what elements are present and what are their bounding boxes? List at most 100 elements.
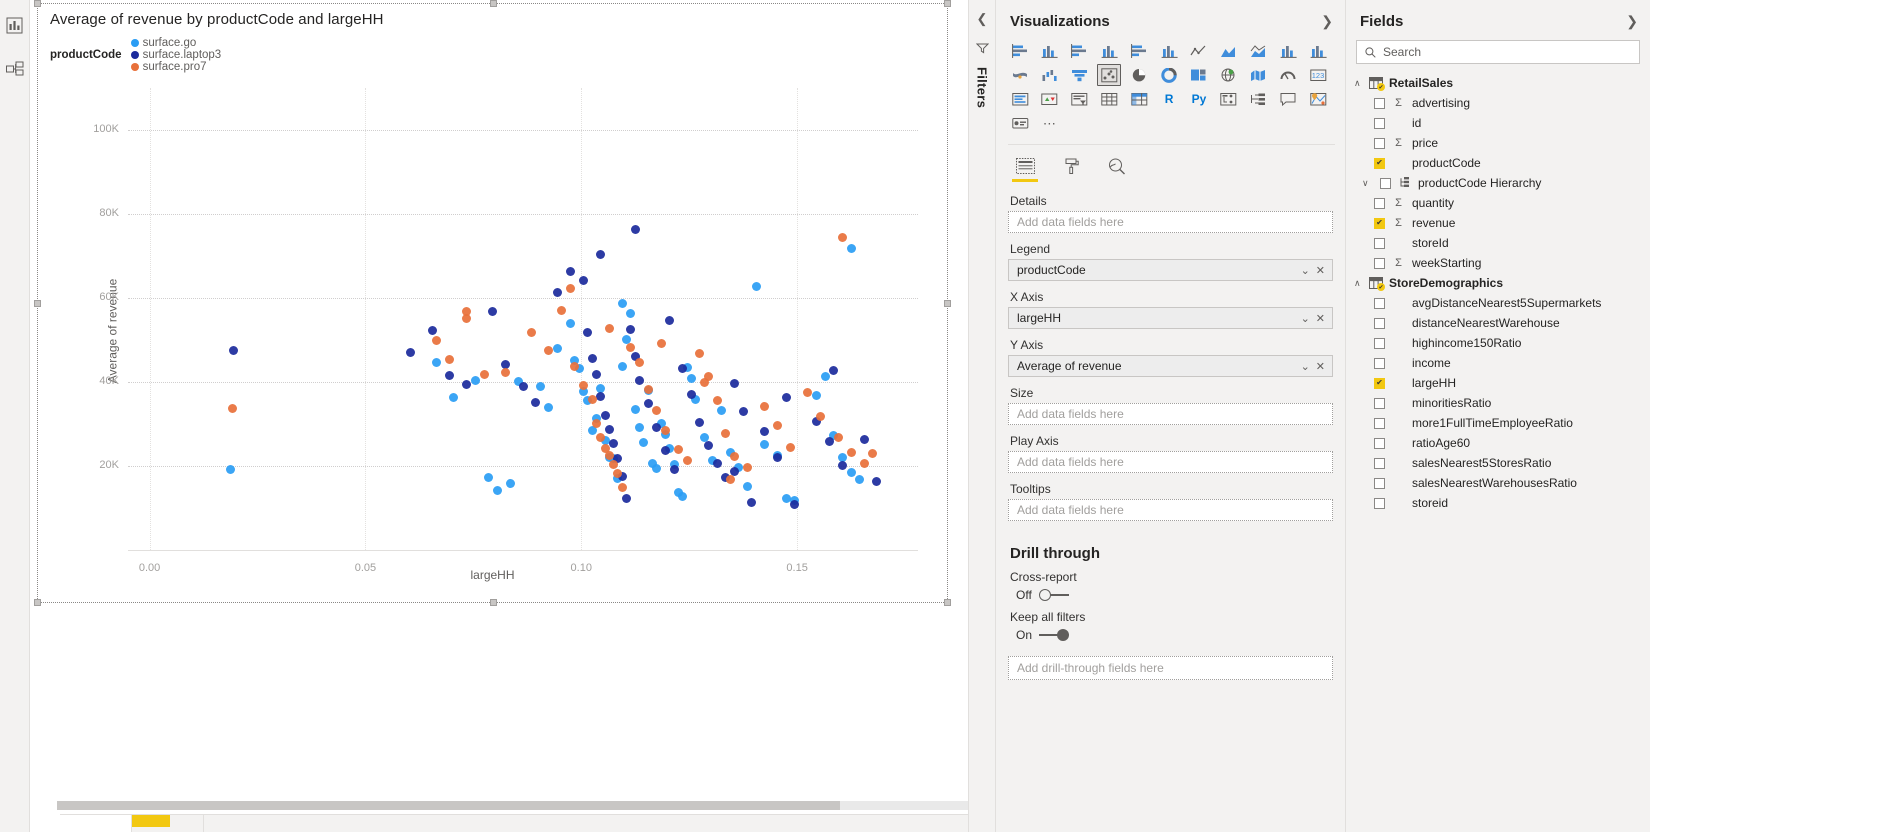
scatter-point[interactable] xyxy=(665,315,675,325)
well-x-axis[interactable]: largeHH ⌄ ✕ xyxy=(1008,307,1333,329)
scatter-point[interactable] xyxy=(591,370,601,380)
field-checkbox[interactable] xyxy=(1380,177,1391,189)
field-checkbox[interactable] xyxy=(1374,377,1385,389)
scatter-point[interactable] xyxy=(846,468,856,478)
chevron-up-icon[interactable]: ∧ xyxy=(1354,78,1363,89)
scatter-point[interactable] xyxy=(747,497,757,507)
table-icon[interactable] xyxy=(1097,88,1121,110)
key-influencers-icon[interactable] xyxy=(1247,88,1271,110)
scatter-point[interactable] xyxy=(505,478,515,488)
scatter-point[interactable] xyxy=(604,424,614,434)
scatter-point[interactable] xyxy=(445,371,455,381)
scatter-point[interactable] xyxy=(630,405,640,415)
legend-item-surface-go[interactable]: surface.go xyxy=(130,37,222,49)
fields-tab[interactable] xyxy=(1010,153,1040,182)
scatter-point[interactable] xyxy=(635,423,645,433)
scatter-point[interactable] xyxy=(604,323,614,333)
py-script-visual-icon[interactable]: Py xyxy=(1187,88,1211,110)
scatter-point[interactable] xyxy=(855,474,865,484)
waterfall-chart-icon[interactable] xyxy=(1038,64,1062,86)
scatter-point[interactable] xyxy=(773,453,783,463)
stacked-column-chart-icon[interactable] xyxy=(1038,40,1062,62)
kpi-icon[interactable] xyxy=(1038,88,1062,110)
scatter-point[interactable] xyxy=(825,436,834,446)
scatter-point[interactable] xyxy=(812,391,822,401)
scatter-point[interactable] xyxy=(742,463,752,473)
clustered-column-chart-icon[interactable] xyxy=(1097,40,1121,62)
scatter-point[interactable] xyxy=(617,482,627,492)
scatter-point[interactable] xyxy=(445,355,455,365)
scatter-point[interactable] xyxy=(639,437,649,447)
scatter-point[interactable] xyxy=(535,381,545,391)
scatter-point[interactable] xyxy=(730,379,740,389)
scatter-point[interactable] xyxy=(600,410,610,420)
treemap-icon[interactable] xyxy=(1187,64,1211,86)
scatter-point[interactable] xyxy=(717,406,727,416)
field-largeHH[interactable]: largeHH xyxy=(1346,373,1650,393)
card-icon[interactable]: 123 xyxy=(1306,64,1330,86)
field-storeid[interactable]: storeid xyxy=(1346,493,1650,513)
scatter-point[interactable] xyxy=(544,403,554,413)
field-checkbox[interactable] xyxy=(1374,357,1385,369)
decomposition-tree-icon[interactable] xyxy=(1217,88,1241,110)
scatter-point[interactable] xyxy=(488,306,498,316)
scatter-point[interactable] xyxy=(635,358,645,368)
scatter-point[interactable] xyxy=(432,357,442,367)
scatter-point[interactable] xyxy=(643,399,653,409)
scatter-point[interactable] xyxy=(833,432,843,442)
scatter-point[interactable] xyxy=(859,434,869,444)
field-checkbox[interactable] xyxy=(1374,97,1385,109)
drill-through-dropzone[interactable]: Add drill-through fields here xyxy=(1008,656,1333,680)
scatter-point[interactable] xyxy=(596,392,606,402)
scatter-point[interactable] xyxy=(483,472,493,482)
field-avgDistanceNearest5Supermarkets[interactable]: avgDistanceNearest5Supermarkets xyxy=(1346,293,1650,313)
funnel-chart-icon[interactable] xyxy=(1068,64,1092,86)
resize-handle-top-left[interactable] xyxy=(34,0,41,7)
cross-report-toggle-row[interactable]: Off xyxy=(1016,588,1333,602)
scatter-point[interactable] xyxy=(583,327,593,337)
keep-all-filters-toggle[interactable] xyxy=(1039,629,1070,641)
field-checkbox[interactable] xyxy=(1374,157,1385,169)
cross-report-toggle[interactable] xyxy=(1038,589,1069,601)
scatter-point[interactable] xyxy=(604,450,614,460)
field-checkbox[interactable] xyxy=(1374,117,1385,129)
visualizations-subtabs[interactable] xyxy=(996,145,1345,182)
scatter-point[interactable] xyxy=(609,439,619,449)
chevron-down-icon[interactable]: ⌄ xyxy=(1298,360,1313,373)
field-checkbox[interactable] xyxy=(1374,197,1385,209)
scatter-point[interactable] xyxy=(678,491,688,501)
scatter-point[interactable] xyxy=(868,449,878,459)
scatter-point[interactable] xyxy=(406,347,416,357)
field-checkbox[interactable] xyxy=(1374,397,1385,409)
field-checkbox[interactable] xyxy=(1374,437,1385,449)
field-salesNearestWarehousesRatio[interactable]: salesNearestWarehousesRatio xyxy=(1346,473,1650,493)
chevron-down-icon[interactable]: ⌄ xyxy=(1298,312,1313,325)
report-view-button[interactable] xyxy=(4,14,26,36)
scatter-point[interactable] xyxy=(686,373,696,383)
fields-table-StoreDemographics[interactable]: ∧ ✔ StoreDemographics xyxy=(1346,273,1650,293)
field-checkbox[interactable] xyxy=(1374,417,1385,429)
scatter-point[interactable] xyxy=(781,392,791,402)
fields-table-RetailSales[interactable]: ∧ ✔ RetailSales xyxy=(1346,73,1650,93)
scatter-point[interactable] xyxy=(829,365,839,375)
well-size[interactable]: Add data fields here xyxy=(1008,403,1333,425)
scatter-chart-icon[interactable] xyxy=(1097,64,1122,86)
field-productCode[interactable]: productCode xyxy=(1346,153,1650,173)
scatter-point[interactable] xyxy=(643,385,653,395)
field-distanceNearestWarehouse[interactable]: distanceNearestWarehouse xyxy=(1346,313,1650,333)
clustered-bar-chart-icon[interactable] xyxy=(1068,40,1092,62)
scatter-point[interactable] xyxy=(712,458,722,468)
scatter-visual-container[interactable]: Average of revenue by productCode and la… xyxy=(34,0,951,606)
scatter-point[interactable] xyxy=(721,428,731,438)
field-advertising[interactable]: Σadvertising xyxy=(1346,93,1650,113)
scatter-point[interactable] xyxy=(816,411,826,421)
ribbon-chart-icon[interactable] xyxy=(1008,64,1032,86)
scatter-point[interactable] xyxy=(673,445,683,455)
well-legend[interactable]: productCode ⌄ ✕ xyxy=(1008,259,1333,281)
scatter-point[interactable] xyxy=(751,282,761,292)
r-script-visual-icon[interactable]: R xyxy=(1157,88,1181,110)
scatter-point[interactable] xyxy=(872,477,882,487)
fields-tree[interactable]: ∧ ✔ RetailSales Σadvertising id Σprice product… xyxy=(1346,73,1650,513)
scrollbar-thumb[interactable] xyxy=(57,801,841,810)
scatter-point[interactable] xyxy=(626,325,636,335)
